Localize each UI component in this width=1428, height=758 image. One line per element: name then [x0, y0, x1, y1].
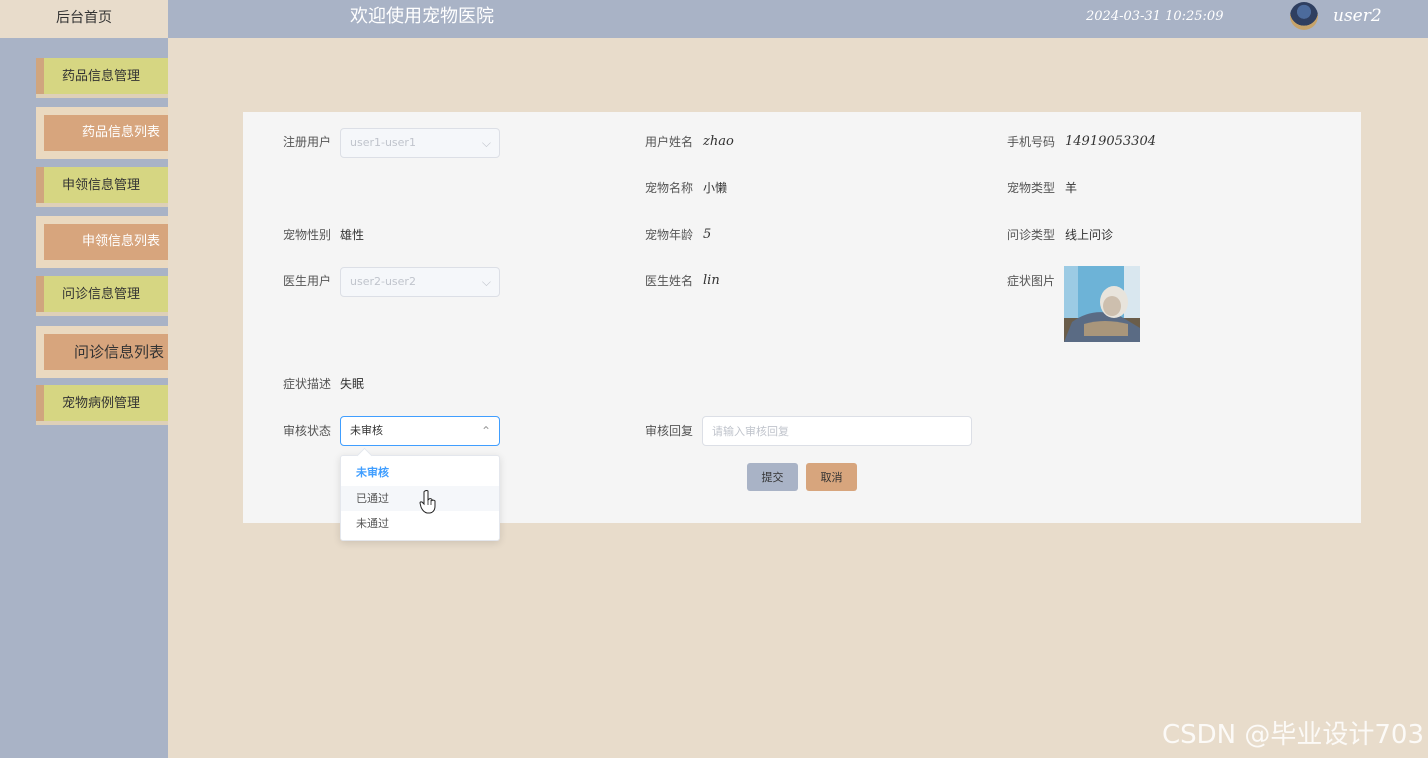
dropdown-option-rejected[interactable]: 未通过 — [341, 511, 499, 536]
cancel-button[interactable]: 取消 — [806, 463, 857, 491]
current-datetime: 2024-03-31 10:25:09 — [1086, 9, 1224, 24]
sidebar-item-label: 问诊信息管理 — [62, 287, 141, 302]
sidebar-item-label: 宠物病例管理 — [62, 396, 141, 411]
review-status-label: 审核状态 — [283, 424, 332, 438]
chevron-down-icon: ⌵ — [481, 136, 491, 150]
pet-age-label: 宠物年龄 — [645, 228, 694, 242]
registered-user-value: user1-user1 — [350, 136, 416, 149]
user-name-label: 用户姓名 — [645, 135, 694, 149]
pet-age-value: 5 — [703, 227, 712, 242]
phone-value: 14919053304 — [1065, 134, 1156, 149]
pet-name-value: 小懒 — [703, 181, 728, 195]
pet-gender-value: 雄性 — [340, 228, 365, 242]
sidebar-item-label: 申领信息列表 — [81, 234, 160, 249]
top-header: 后台首页 欢迎使用宠物医院 2024-03-31 10:25:09 user2 — [0, 0, 1428, 38]
sidebar-item-label: 药品信息列表 — [81, 125, 160, 140]
symptom-desc-value: 失眠 — [340, 377, 365, 391]
doctor-user-label: 医生用户 — [283, 274, 332, 288]
sidebar-item-medicine-manage[interactable]: 药品信息管理 — [36, 58, 168, 98]
submit-button[interactable]: 提交 — [747, 463, 798, 491]
sidebar-item-consult-list[interactable]: 问诊信息列表 — [36, 326, 168, 378]
doctor-user-value: user2-user2 — [350, 275, 416, 288]
consult-type-value: 线上问诊 — [1065, 228, 1114, 242]
sidebar-item-consult-manage[interactable]: 问诊信息管理 — [36, 276, 168, 316]
sidebar-item-label: 问诊信息列表 — [73, 343, 164, 361]
pet-gender-label: 宠物性别 — [283, 228, 332, 242]
symptom-image-thumbnail[interactable] — [1064, 266, 1140, 342]
registered-user-select[interactable]: user1-user1 ⌵ — [340, 128, 500, 158]
symptom-image-label: 症状图片 — [1007, 274, 1056, 288]
dropdown-option-pending[interactable]: 未审核 — [341, 460, 499, 485]
review-status-value: 未审核 — [350, 424, 383, 437]
phone-label: 手机号码 — [1007, 135, 1056, 149]
hand-cursor-icon — [419, 490, 436, 514]
sidebar-item-apply-list[interactable]: 申领信息列表 — [36, 216, 168, 268]
username[interactable]: user2 — [1333, 0, 1382, 32]
doctor-name-value: lin — [703, 273, 720, 288]
chevron-up-icon: ⌃ — [480, 424, 491, 438]
sidebar-item-pet-case-manage[interactable]: 宠物病例管理 — [36, 385, 168, 425]
pet-name-label: 宠物名称 — [645, 181, 694, 195]
sidebar-item-apply-manage[interactable]: 申领信息管理 — [36, 167, 168, 207]
chevron-down-icon: ⌵ — [481, 275, 491, 289]
user-name-value: zhao — [703, 134, 734, 149]
watermark: CSDN @毕业设计703 — [1161, 720, 1424, 750]
review-status-select[interactable]: 未审核 ⌃ — [340, 416, 500, 446]
doctor-name-label: 医生姓名 — [645, 274, 694, 288]
consult-type-label: 问诊类型 — [1007, 228, 1056, 242]
registered-user-label: 注册用户 — [283, 135, 332, 149]
symptom-desc-label: 症状描述 — [283, 377, 332, 391]
review-reply-input[interactable] — [702, 416, 972, 446]
home-button[interactable]: 后台首页 — [0, 0, 168, 38]
review-reply-label: 审核回复 — [645, 424, 694, 438]
sidebar-item-label: 申领信息管理 — [62, 178, 141, 193]
doctor-user-select[interactable]: user2-user2 ⌵ — [340, 267, 500, 297]
pet-type-value: 羊 — [1065, 181, 1078, 195]
sidebar-item-label: 药品信息管理 — [62, 69, 141, 84]
pet-type-label: 宠物类型 — [1007, 181, 1056, 195]
app-title: 欢迎使用宠物医院 — [350, 6, 494, 27]
symptom-image — [1064, 266, 1140, 342]
sidebar-item-medicine-list[interactable]: 药品信息列表 — [36, 107, 168, 159]
avatar[interactable] — [1290, 2, 1318, 30]
sidebar: 药品信息管理 药品信息列表 申领信息管理 申领信息列表 问诊信息管理 问诊信息列… — [0, 38, 168, 758]
